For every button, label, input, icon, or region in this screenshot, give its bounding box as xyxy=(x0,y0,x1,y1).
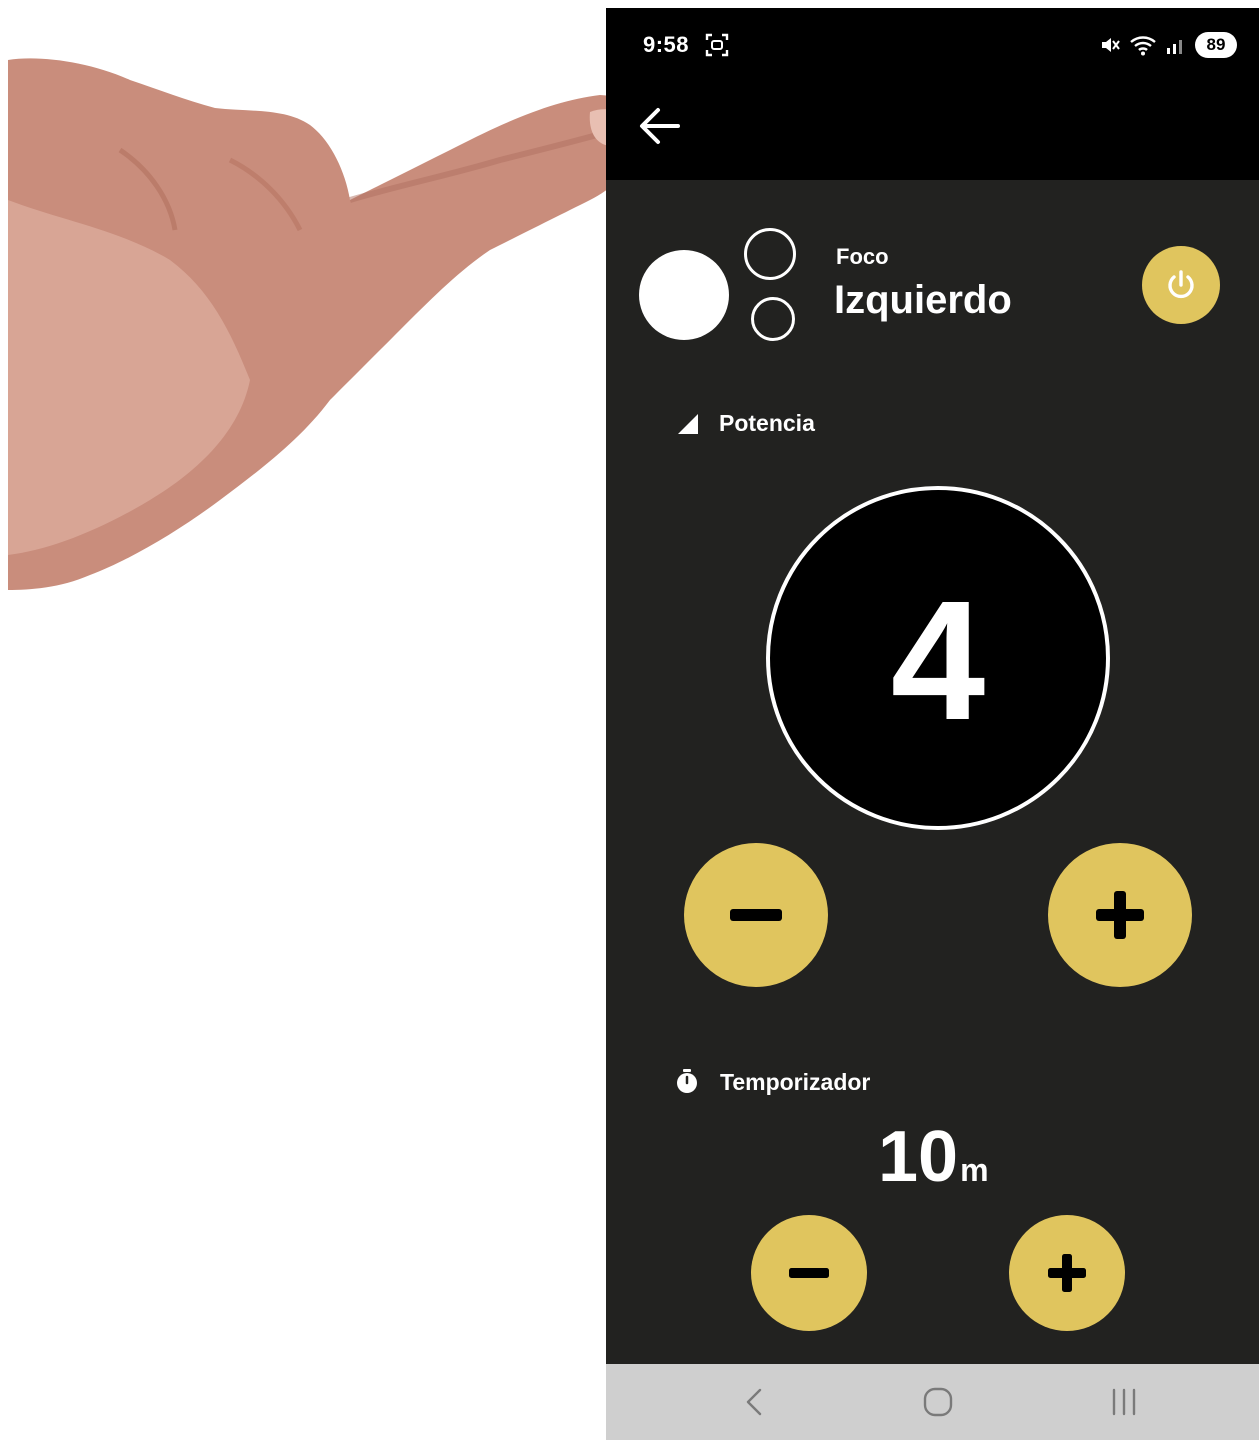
plus-icon xyxy=(1048,1254,1086,1292)
status-bar: 9:58 89 xyxy=(606,8,1259,80)
timer-increase-button[interactable] xyxy=(1009,1215,1125,1331)
timer-value: 10 xyxy=(878,1117,959,1197)
nav-home-icon[interactable] xyxy=(914,1382,962,1422)
pointing-hand-illustration xyxy=(8,58,640,590)
power-section-label: Potencia xyxy=(719,410,815,436)
system-navigation-bar xyxy=(606,1364,1259,1440)
timer-value-display: 10m xyxy=(878,1116,989,1198)
nav-recents-icon[interactable] xyxy=(1100,1382,1148,1422)
signal-icon xyxy=(1167,40,1182,54)
power-increase-button[interactable] xyxy=(1048,843,1192,987)
timer-section-label: Temporizador xyxy=(720,1069,871,1095)
light-indicator-ring-top xyxy=(744,228,796,280)
stopwatch-icon xyxy=(677,1069,697,1093)
back-arrow-icon[interactable] xyxy=(634,100,686,152)
light-indicator-large xyxy=(639,250,729,340)
power-icon xyxy=(1168,270,1194,299)
power-level-display: 4 xyxy=(766,486,1110,830)
mute-icon xyxy=(1102,38,1120,52)
app-bar xyxy=(606,80,1259,180)
status-time: 9:58 xyxy=(643,32,690,57)
nav-back-icon[interactable] xyxy=(730,1382,778,1422)
minus-icon xyxy=(789,1268,829,1278)
minus-icon xyxy=(730,909,782,921)
device-type-label: Foco xyxy=(836,244,889,269)
timer-unit: m xyxy=(960,1152,989,1188)
device-name: Izquierdo xyxy=(834,278,1012,322)
status-icons: 89 xyxy=(1099,30,1237,60)
wifi-icon xyxy=(1130,36,1156,56)
power-level-value: 4 xyxy=(890,566,986,756)
signal-strength-icon xyxy=(678,414,698,434)
battery-indicator: 89 xyxy=(1195,32,1237,58)
power-button[interactable] xyxy=(1142,246,1220,324)
plus-icon xyxy=(1096,891,1144,939)
light-indicator-ring-bottom xyxy=(751,297,795,341)
power-decrease-button[interactable] xyxy=(684,843,828,987)
screenshot-icon xyxy=(705,33,729,57)
phone-screen: 9:58 89 Foco Izquierdo Potencia 4 Tempor… xyxy=(606,8,1259,1440)
timer-decrease-button[interactable] xyxy=(751,1215,867,1331)
